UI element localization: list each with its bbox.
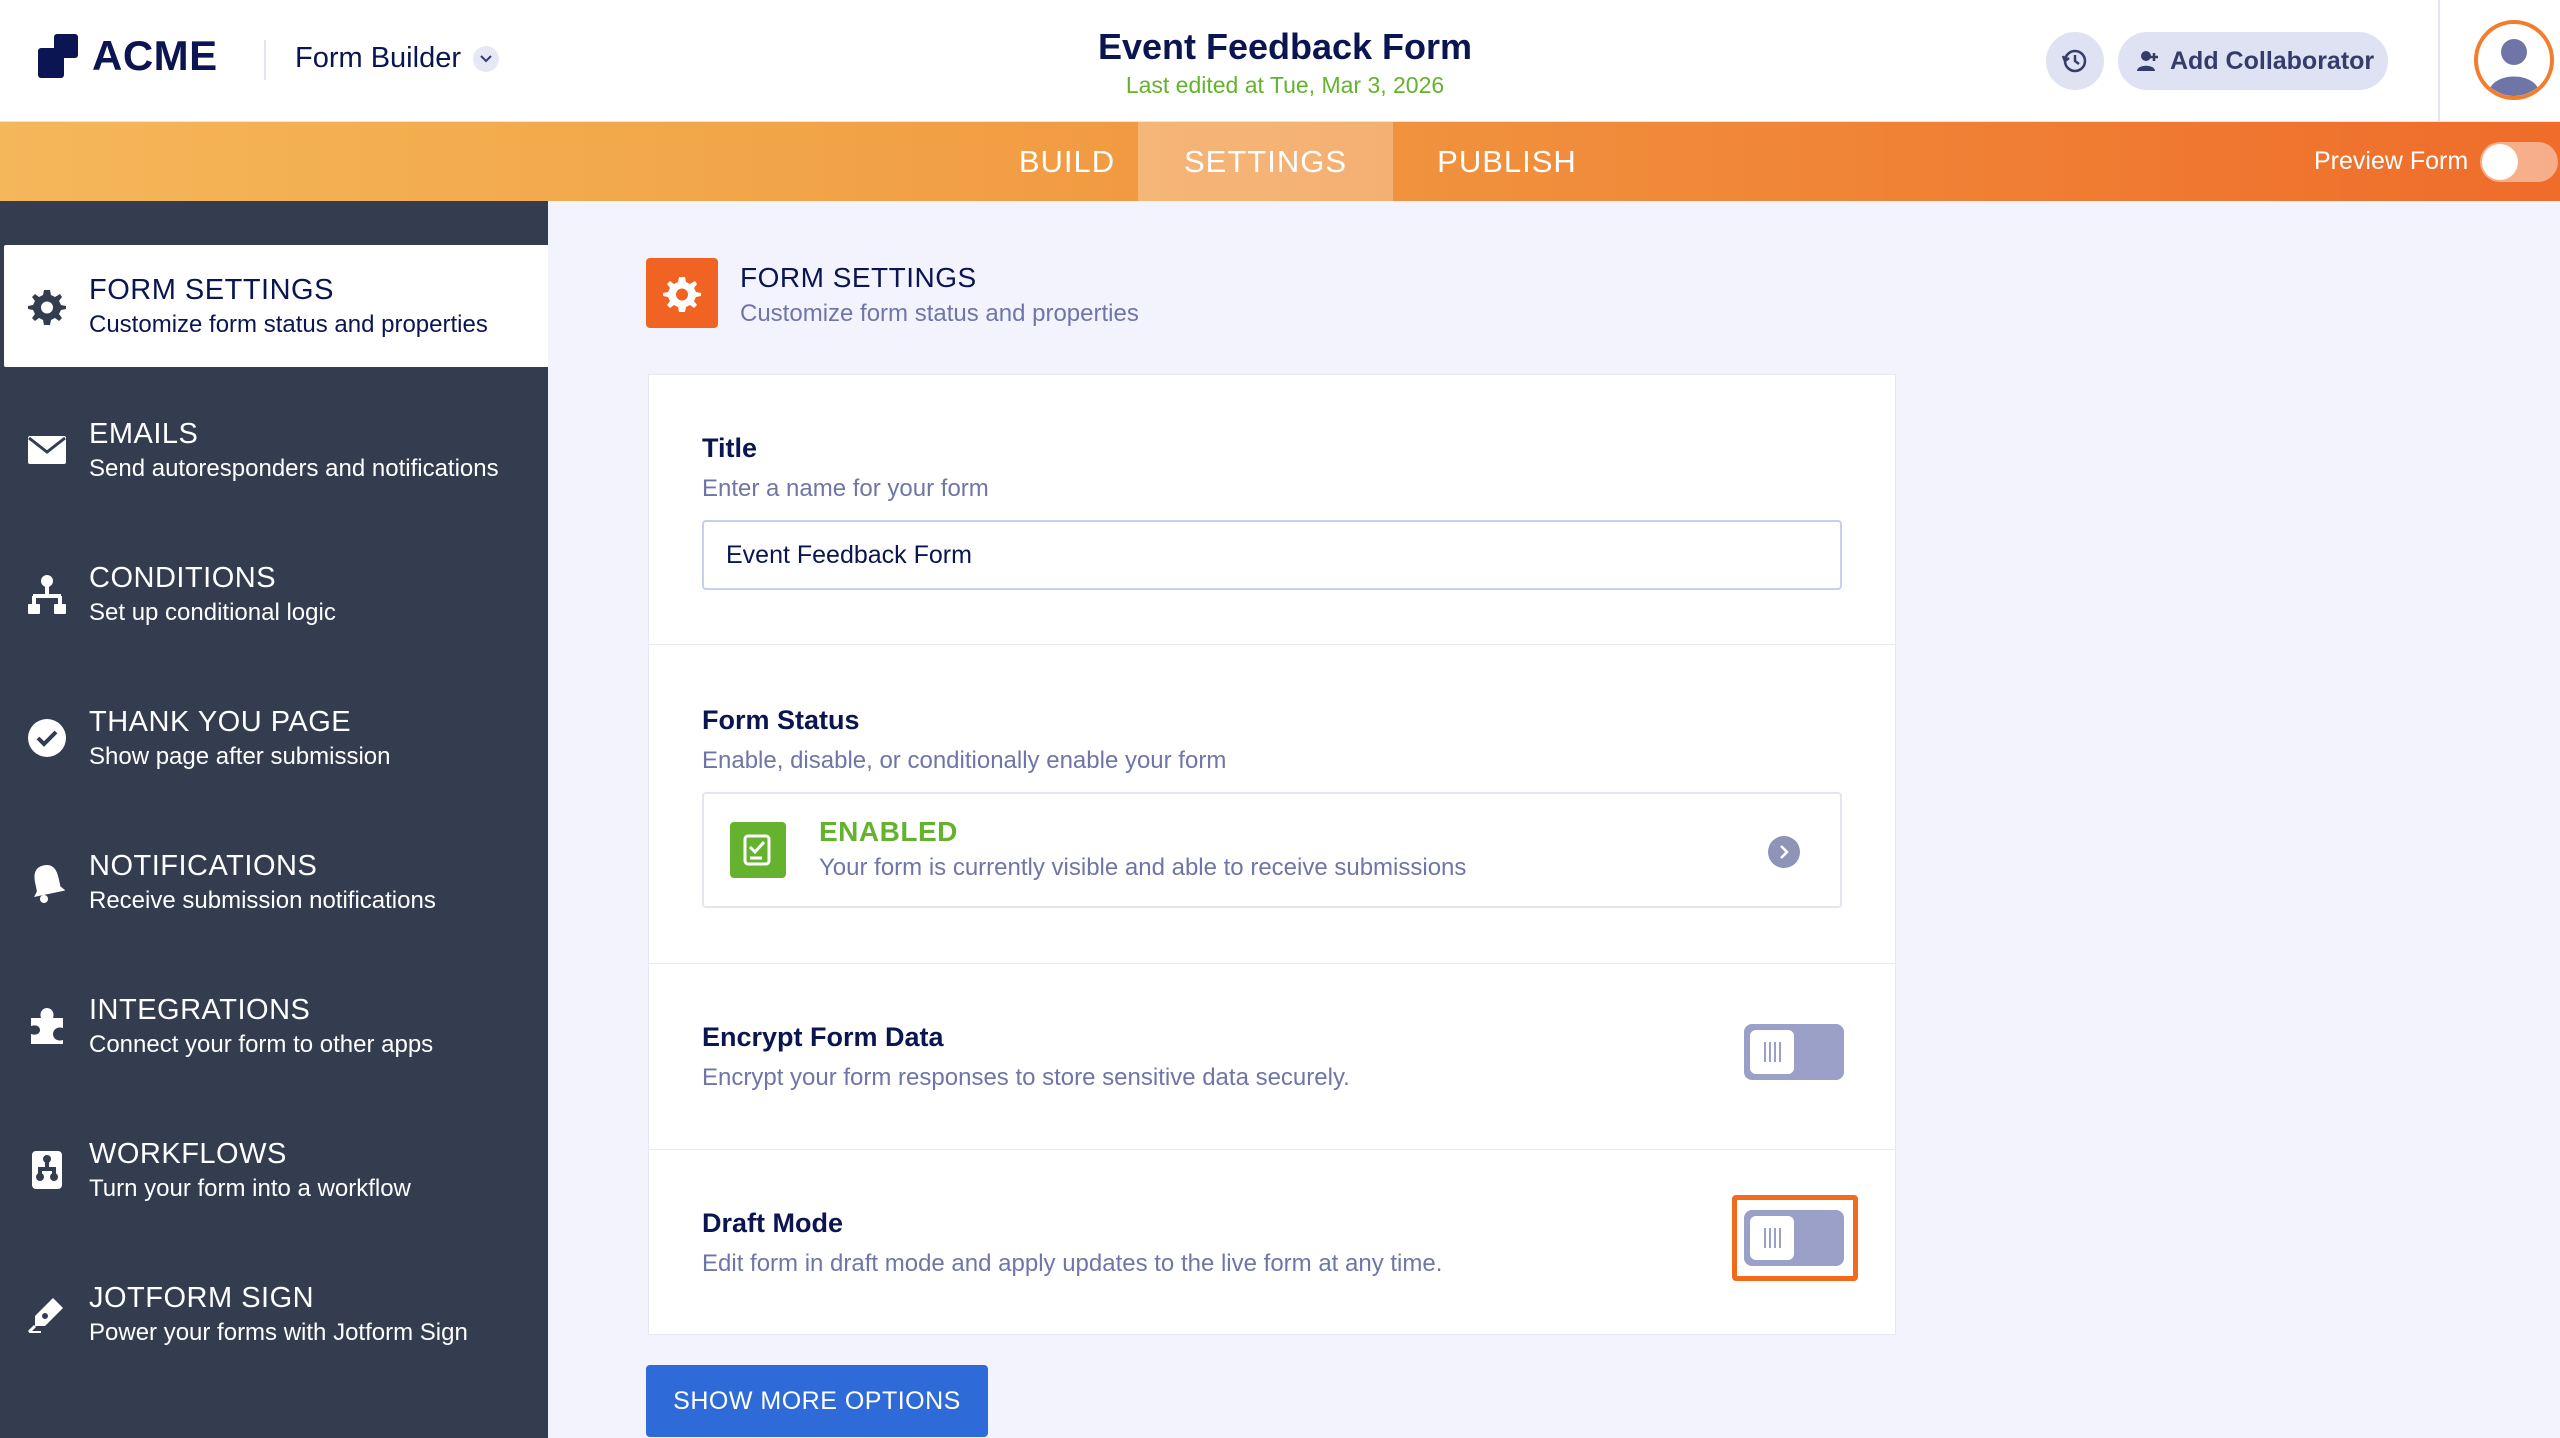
form-status-description: Enable, disable, or conditionally enable… xyxy=(702,747,1227,774)
add-user-icon xyxy=(2137,51,2158,71)
form-title: Event Feedback Form xyxy=(1097,26,1473,67)
tab-build[interactable]: BUILD xyxy=(976,122,1158,201)
last-edited: Last edited at Tue, Mar 3, 2026 xyxy=(1125,72,1445,98)
sidebar-item-notifications[interactable]: NOTIFICATIONS Receive submission notific… xyxy=(4,821,548,943)
section-description: Customize form status and properties xyxy=(740,300,1139,327)
sidebar-item-desc: Show page after submission xyxy=(89,742,391,770)
sidebar-item-title: WORKFLOWS xyxy=(89,1137,287,1170)
encrypt-card: Encrypt Form Data Encrypt your form resp… xyxy=(648,963,1896,1150)
logo-text: ACME xyxy=(92,32,218,79)
preview-form-toggle[interactable] xyxy=(2480,141,2559,182)
preview-form-label: Preview Form xyxy=(2314,147,2469,175)
user-avatar-icon xyxy=(2488,39,2540,96)
chevron-down-icon xyxy=(473,45,499,72)
form-status-selector[interactable]: ENABLED Your form is currently visible a… xyxy=(702,792,1842,908)
header-divider xyxy=(264,40,266,80)
avatar[interactable] xyxy=(2474,20,2554,100)
section-title: FORM SETTINGS xyxy=(740,262,977,293)
history-icon xyxy=(2061,49,2087,73)
hierarchy-icon xyxy=(26,573,68,615)
encrypt-toggle[interactable] xyxy=(1744,1024,1844,1080)
section-gear-icon xyxy=(646,258,718,328)
gear-icon xyxy=(26,285,68,327)
chevron-right-icon xyxy=(1768,836,1800,868)
bell-icon xyxy=(26,861,68,903)
preview-form-control: Preview Form xyxy=(2314,122,2559,201)
history-button[interactable] xyxy=(2046,32,2104,90)
title-input[interactable] xyxy=(702,520,1842,590)
title-description: Enter a name for your form xyxy=(702,475,989,502)
app-switcher[interactable]: Form Builder xyxy=(295,42,499,75)
title-label: Title xyxy=(702,433,758,463)
draft-mode-toggle[interactable] xyxy=(1744,1210,1844,1266)
form-status-value: ENABLED xyxy=(819,816,958,847)
sidebar-item-desc: Set up conditional logic xyxy=(89,598,336,626)
workflow-icon xyxy=(26,1149,68,1191)
sidebar-item-conditions[interactable]: CONDITIONS Set up conditional logic xyxy=(4,533,548,655)
tab-settings[interactable]: SETTINGS xyxy=(1138,122,1393,201)
sidebar-item-form-settings[interactable]: FORM SETTINGS Customize form status and … xyxy=(4,245,548,367)
show-more-options-button[interactable]: SHOW MORE OPTIONS xyxy=(646,1365,988,1437)
sidebar-item-thank-you-page[interactable]: THANK YOU PAGE Show page after submissio… xyxy=(4,677,548,799)
encrypt-label: Encrypt Form Data xyxy=(702,1022,944,1052)
sidebar-item-title: NOTIFICATIONS xyxy=(89,849,318,882)
sidebar-item-title: INTEGRATIONS xyxy=(89,993,311,1026)
form-title-block: Event Feedback Form Last edited at Tue, … xyxy=(1000,26,1570,99)
add-collaborator-label: Add Collaborator xyxy=(2170,46,2375,75)
form-status-value-description: Your form is currently visible and able … xyxy=(819,854,1467,881)
logo-mark-icon xyxy=(38,34,82,78)
sidebar-item-desc: Send autoresponders and notifications xyxy=(89,454,499,482)
header-vertical-divider xyxy=(2438,0,2440,122)
tab-publish[interactable]: PUBLISH xyxy=(1393,122,1621,201)
sidebar-item-title: FORM SETTINGS xyxy=(89,273,334,306)
sidebar-item-desc: Turn your form into a workflow xyxy=(89,1174,411,1202)
sidebar-item-title: CONDITIONS xyxy=(89,561,277,594)
sidebar-item-desc: Connect your form to other apps xyxy=(89,1030,434,1058)
form-enabled-icon xyxy=(730,822,786,878)
sidebar-item-title: THANK YOU PAGE xyxy=(89,705,352,738)
sidebar-item-desc: Customize form status and properties xyxy=(89,310,488,338)
sidebar-item-emails[interactable]: EMAILS Send autoresponders and notificat… xyxy=(4,389,548,511)
top-header: ACME Form Builder Event Feedback Form La… xyxy=(0,0,2560,122)
sidebar-item-desc: Power your forms with Jotform Sign xyxy=(89,1318,468,1346)
sidebar-item-desc: Receive submission notifications xyxy=(89,886,436,914)
form-status-card: Form Status Enable, disable, or conditio… xyxy=(648,644,1896,964)
sidebar-item-title: EMAILS xyxy=(89,417,199,450)
tab-bar: BUILD SETTINGS PUBLISH Preview Form xyxy=(0,122,2560,201)
settings-sidebar: FORM SETTINGS Customize form status and … xyxy=(0,201,548,1438)
sidebar-item-workflows[interactable]: WORKFLOWS Turn your form into a workflow xyxy=(4,1109,548,1231)
puzzle-icon xyxy=(26,1005,68,1047)
add-collaborator-button[interactable]: Add Collaborator xyxy=(2118,32,2388,90)
draft-mode-label: Draft Mode xyxy=(702,1208,843,1238)
draft-mode-card: Draft Mode Edit form in draft mode and a… xyxy=(648,1149,1896,1335)
form-status-label: Form Status xyxy=(702,705,860,735)
sidebar-item-jotform-sign[interactable]: JOTFORM SIGN Power your forms with Jotfo… xyxy=(4,1253,548,1375)
acme-logo[interactable]: ACME xyxy=(38,32,218,80)
sidebar-item-integrations[interactable]: INTEGRATIONS Connect your form to other … xyxy=(4,965,548,1087)
pen-icon xyxy=(26,1293,68,1335)
check-circle-icon xyxy=(26,717,68,759)
encrypt-description: Encrypt your form responses to store sen… xyxy=(702,1064,1350,1091)
draft-mode-description: Edit form in draft mode and apply update… xyxy=(702,1250,1443,1277)
app-name: Form Builder xyxy=(295,42,461,74)
envelope-icon xyxy=(26,429,68,471)
title-card: Title Enter a name for your form xyxy=(648,374,1896,645)
sidebar-item-title: JOTFORM SIGN xyxy=(89,1281,315,1314)
